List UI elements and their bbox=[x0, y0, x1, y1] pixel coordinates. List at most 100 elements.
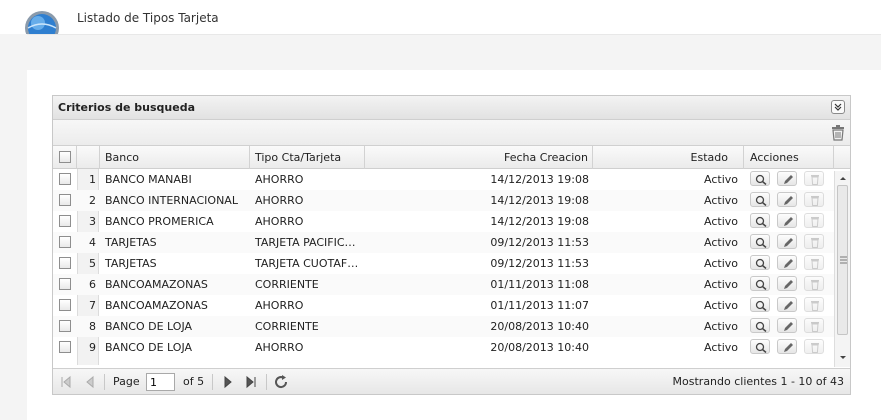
table-row[interactable]: 4 TARJETAS TARJETA PACIFIC… 09/12/2013 11:5… bbox=[53, 232, 835, 253]
table-row[interactable]: 3 BANCO PROMERICA AHORRO 14/12/2013 19:08 Ac… bbox=[53, 211, 835, 232]
table-row[interactable]: 8 BANCO DE LOJA CORRIENTE 20/08/2013 10:40 A… bbox=[53, 316, 835, 337]
column-header-estado[interactable]: Estado bbox=[593, 146, 744, 169]
view-button[interactable] bbox=[750, 276, 770, 291]
header-select-all[interactable] bbox=[53, 146, 77, 169]
cell-tipo: TARJETA CUOTAF… bbox=[255, 257, 359, 270]
edit-button[interactable] bbox=[777, 213, 797, 228]
cell-fecha: 01/11/2013 11:07 bbox=[490, 299, 589, 312]
table-row[interactable]: 7 BANCOAMAZONAS AHORRO 01/11/2013 11:07 Acti… bbox=[53, 295, 835, 316]
edit-button[interactable] bbox=[777, 171, 797, 186]
cell-banco: BANCO INTERNACIONAL bbox=[105, 194, 238, 207]
delete-button[interactable] bbox=[804, 318, 824, 333]
row-checkbox[interactable] bbox=[59, 215, 71, 227]
view-button[interactable] bbox=[750, 297, 770, 312]
grid-header: Banco Tipo Cta/Tarjeta Fecha Creacion Es… bbox=[53, 146, 850, 169]
table-row[interactable]: 5 TARJETAS TARJETA CUOTAF… 09/12/2013 11:53… bbox=[53, 253, 835, 274]
header-rownum bbox=[77, 146, 100, 169]
column-header-banco[interactable]: Banco bbox=[100, 146, 250, 169]
scroll-down-icon[interactable] bbox=[836, 353, 850, 363]
cell-fecha: 20/08/2013 10:40 bbox=[490, 341, 589, 354]
cell-fecha: 01/11/2013 11:08 bbox=[490, 278, 589, 291]
delete-button[interactable] bbox=[804, 234, 824, 249]
row-number: 9 bbox=[89, 341, 96, 354]
delete-button[interactable] bbox=[804, 213, 824, 228]
row-checkbox[interactable] bbox=[59, 257, 71, 269]
cell-tipo: CORRIENTE bbox=[255, 320, 319, 333]
page-of-label: of 5 bbox=[183, 375, 205, 388]
edit-button[interactable] bbox=[777, 297, 797, 312]
cell-estado: Activo bbox=[704, 320, 738, 333]
cell-banco: BANCOAMAZONAS bbox=[105, 299, 208, 312]
row-checkbox[interactable] bbox=[59, 299, 71, 311]
cell-estado: Activo bbox=[704, 215, 738, 228]
edit-button[interactable] bbox=[777, 255, 797, 270]
view-button[interactable] bbox=[750, 339, 770, 354]
delete-icon[interactable] bbox=[831, 125, 845, 141]
row-checkbox[interactable] bbox=[59, 194, 71, 206]
row-checkbox[interactable] bbox=[59, 236, 71, 248]
delete-button[interactable] bbox=[804, 276, 824, 291]
delete-button[interactable] bbox=[804, 192, 824, 207]
view-button[interactable] bbox=[750, 234, 770, 249]
grip-icon bbox=[840, 256, 847, 264]
row-number: 2 bbox=[89, 194, 96, 207]
collapse-icon bbox=[834, 103, 842, 111]
cell-tipo: AHORRO bbox=[255, 173, 304, 186]
cell-tipo: AHORRO bbox=[255, 299, 304, 312]
row-number: 6 bbox=[89, 278, 96, 291]
delete-button[interactable] bbox=[804, 171, 824, 186]
cell-fecha: 14/12/2013 19:08 bbox=[490, 194, 589, 207]
delete-button[interactable] bbox=[804, 297, 824, 312]
edit-button[interactable] bbox=[777, 318, 797, 333]
delete-button[interactable] bbox=[804, 255, 824, 270]
prev-page-icon[interactable] bbox=[83, 375, 97, 389]
cell-fecha: 20/08/2013 10:40 bbox=[490, 320, 589, 333]
vertical-scrollbar[interactable] bbox=[834, 171, 850, 367]
view-button[interactable] bbox=[750, 192, 770, 207]
scrollbar-thumb[interactable] bbox=[837, 185, 848, 335]
table-row[interactable]: 1 BANCO MANABI AHORRO 14/12/2013 19:08 Activ… bbox=[53, 169, 835, 190]
row-number: 7 bbox=[89, 299, 96, 312]
delete-button[interactable] bbox=[804, 339, 824, 354]
view-button[interactable] bbox=[750, 255, 770, 270]
page-number-input[interactable] bbox=[146, 373, 175, 391]
view-button[interactable] bbox=[750, 318, 770, 333]
select-all-checkbox[interactable] bbox=[59, 151, 71, 163]
row-number: 1 bbox=[89, 173, 96, 186]
row-checkbox[interactable] bbox=[59, 173, 71, 185]
table-row[interactable]: 9 BANCO DE LOJA AHORRO 20/08/2013 10:40 Acti… bbox=[53, 337, 835, 358]
scroll-up-icon[interactable] bbox=[836, 173, 850, 183]
cell-banco: BANCO DE LOJA bbox=[105, 320, 193, 333]
cell-estado: Activo bbox=[704, 278, 738, 291]
next-page-icon[interactable] bbox=[221, 375, 235, 389]
edit-button[interactable] bbox=[777, 339, 797, 354]
first-page-icon[interactable] bbox=[59, 375, 73, 389]
column-header-tipo[interactable]: Tipo Cta/Tarjeta bbox=[250, 146, 365, 169]
cell-fecha: 09/12/2013 11:53 bbox=[490, 236, 589, 249]
edit-button[interactable] bbox=[777, 276, 797, 291]
table-row[interactable]: 2 BANCO INTERNACIONAL AHORRO 14/12/2013 19:… bbox=[53, 190, 835, 211]
cell-estado: Activo bbox=[704, 194, 738, 207]
page-title: Listado de Tipos Tarjeta bbox=[77, 11, 219, 25]
refresh-icon[interactable] bbox=[273, 374, 289, 390]
cell-tipo: AHORRO bbox=[255, 194, 304, 207]
last-page-icon[interactable] bbox=[244, 375, 258, 389]
collapse-button[interactable] bbox=[831, 100, 845, 114]
cell-estado: Activo bbox=[704, 299, 738, 312]
cell-fecha: 14/12/2013 19:08 bbox=[490, 215, 589, 228]
left-gutter bbox=[0, 34, 27, 420]
row-checkbox[interactable] bbox=[59, 278, 71, 290]
edit-button[interactable] bbox=[777, 192, 797, 207]
pager-separator bbox=[212, 374, 213, 390]
cell-tipo: AHORRO bbox=[255, 341, 304, 354]
cell-fecha: 14/12/2013 19:08 bbox=[490, 173, 589, 186]
view-button[interactable] bbox=[750, 171, 770, 186]
table-row[interactable]: 6 BANCOAMAZONAS CORRIENTE 01/11/2013 11:08 A… bbox=[53, 274, 835, 295]
grid-body: 1 BANCO MANABI AHORRO 14/12/2013 19:08 Activ… bbox=[53, 169, 850, 365]
row-checkbox[interactable] bbox=[59, 320, 71, 332]
edit-button[interactable] bbox=[777, 234, 797, 249]
row-checkbox[interactable] bbox=[59, 341, 71, 353]
cell-tipo: TARJETA PACIFIC… bbox=[255, 236, 356, 249]
column-header-fecha[interactable]: Fecha Creacion bbox=[365, 146, 593, 169]
view-button[interactable] bbox=[750, 213, 770, 228]
